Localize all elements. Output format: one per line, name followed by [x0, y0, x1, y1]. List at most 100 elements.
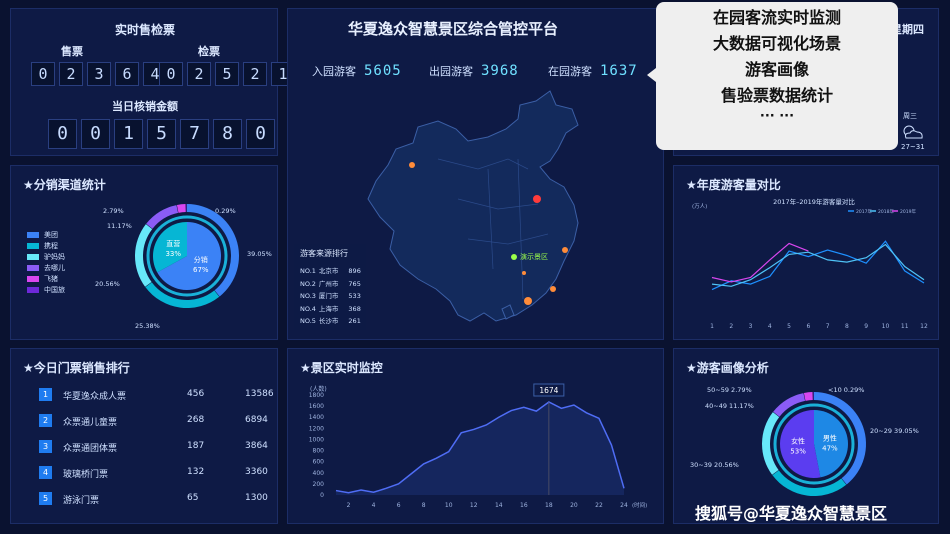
outer-slice[interactable] — [186, 204, 187, 213]
counter-digit: 6 — [115, 62, 139, 86]
x-tick-label: 11 — [901, 323, 909, 330]
y-tick-label: 1400 — [309, 414, 324, 421]
portrait-donut-chart[interactable]: 男性 47% 女性 53% 20~29 39.05% 30~39 20.56% 40~49 … — [674, 349, 940, 525]
map-marker-changsha — [522, 271, 526, 275]
x-tick-label: 12 — [920, 323, 928, 330]
stat-in-value: 5605 — [364, 63, 402, 79]
y-tick-label: 600 — [313, 459, 325, 466]
inner-slice-label: 分销 — [194, 255, 208, 264]
annual-line-chart[interactable]: 2017年–2019年游客量对比(万人)2017年 2018年 2019年1 2 3 4 5… — [674, 166, 940, 341]
stat-in-label: 入园游客 — [312, 65, 356, 78]
rank-badge: 1 — [39, 388, 52, 401]
ticket-amount: 6894 — [245, 415, 268, 425]
portrait-label: 40~49 11.17% — [705, 402, 754, 410]
counter-digit: 0 — [159, 62, 183, 86]
counter-digit: 0 — [81, 119, 110, 149]
source-rank: NO.2 — [300, 279, 316, 288]
source-city: 厦门市 — [318, 292, 339, 300]
y-tick-label: 400 — [313, 470, 325, 477]
table-row: 2 众票通儿童票 268 6894 — [27, 411, 277, 431]
callout-line-2: 大数据可视化场景 — [712, 34, 841, 53]
x-tick-label: 9 — [864, 323, 868, 330]
ticket-count: 65 — [187, 493, 199, 503]
counter-digit: 8 — [213, 119, 242, 149]
table-row: 1 华夏逸众成人票 456 13586 — [27, 385, 277, 405]
x-tick-label: 7 — [826, 323, 830, 330]
rank-badge: 5 — [39, 492, 52, 505]
callout-line-1: 在园客流实时监测 — [712, 8, 841, 27]
revenue-counter: 0015780 — [48, 119, 275, 149]
ticket-amount: 13586 — [245, 389, 274, 399]
sale-label: 售票 — [61, 45, 83, 58]
source-count: 765 — [348, 279, 361, 288]
inner-slice-label: 男性 — [823, 433, 837, 442]
counter-digit: 2 — [187, 62, 211, 86]
channel-donut-chart[interactable]: 分销 67% 直营 33% 39.05% 25.38% 20.56% 11.17% 2.79% 0… — [11, 166, 279, 341]
ranking-panel: ★今日门票销售排行 1 华夏逸众成人票 456 13586 2 众票通儿童票 268 6894… — [10, 348, 278, 524]
table-row: 5 游泳门票 65 1300 — [27, 489, 277, 509]
y-tick-label: 1800 — [309, 392, 324, 399]
channel-pct-label: 39.05% — [247, 250, 272, 258]
x-tick-label: 10 — [882, 323, 890, 330]
map-marker-xiamen — [550, 286, 556, 292]
stat-out: 出园游客 3968 — [429, 63, 519, 79]
outer-slice[interactable] — [176, 204, 186, 213]
channel-pct-label: 0.29% — [215, 207, 236, 215]
counter-digit: 5 — [147, 119, 176, 149]
annual-chart-title: 2017年–2019年游客量对比 — [773, 197, 855, 206]
outer-slice[interactable] — [135, 224, 153, 287]
monitor-x-label: (时间) — [632, 501, 647, 509]
ticket-panel: 实时售检票 售票 检票 02364 02521 当日核销金额 0015780 — [10, 8, 295, 156]
ticket-count: 132 — [187, 467, 205, 477]
counter-digit: 2 — [59, 62, 83, 86]
inner-slice-label: 女性 — [791, 437, 805, 446]
rank-badge: 4 — [39, 466, 52, 479]
source-rank: NO.4 — [300, 304, 316, 313]
source-rank: NO.1 — [300, 267, 316, 275]
counter-digit: 1 — [114, 119, 143, 149]
series-line[interactable] — [711, 242, 809, 283]
channel-panel: ★分销渠道统计 美团 携程 驴妈妈 去哪儿 飞猪 中国旅 分销 67% 直营 33% 39.05%… — [10, 165, 278, 340]
outer-slice[interactable] — [803, 392, 813, 401]
table-row: 4 玻璃桥门票 132 3360 — [27, 463, 277, 483]
x-tick-label: 6 — [806, 323, 810, 330]
counter-digit: 0 — [246, 119, 275, 149]
y-tick-label: 1600 — [309, 403, 324, 410]
x-tick-label: 24 — [620, 502, 628, 509]
outer-slice[interactable] — [762, 412, 780, 475]
map-marker-northwest — [409, 162, 415, 168]
x-tick-label: 8 — [845, 323, 849, 330]
check-label: 检票 — [198, 45, 220, 58]
counter-digit: 0 — [48, 119, 77, 149]
feature-callout: 在园客流实时监测 大数据可视化场景 游客画像 售验票数据统计 ··· ··· — [647, 2, 898, 150]
source-ranking: 游客来源排行 NO.1 北京市 896 NO.2 广州市 765 NO.3 厦门市 533 NO.… — [294, 244, 366, 330]
x-tick-label: 4 — [372, 502, 376, 509]
map-outline — [367, 90, 579, 322]
annotation-label: 1674 — [539, 386, 558, 395]
y-tick-label: 1200 — [309, 425, 324, 432]
ticket-count: 268 — [187, 415, 205, 425]
outer-slice[interactable] — [813, 392, 814, 401]
y-tick-label: 800 — [313, 448, 325, 455]
x-tick-label: 10 — [445, 502, 453, 509]
inner-slice-pct: 53% — [790, 448, 806, 456]
portrait-label: 30~39 20.56% — [690, 461, 739, 469]
x-tick-label: 16 — [520, 502, 528, 509]
source-city: 北京市 — [318, 267, 339, 275]
realtime-area-chart[interactable]: (人数)0200400600800100012001400160018002 4 6… — [288, 349, 665, 525]
x-tick-label: 6 — [397, 502, 401, 509]
map-marker-beijing — [533, 195, 541, 203]
channel-pct-label: 20.56% — [95, 280, 120, 288]
annual-y-label: (万人) — [692, 203, 707, 210]
area-fill — [336, 402, 624, 495]
stat-in: 入园游客 5605 — [312, 63, 402, 79]
source-city: 广州市 — [318, 279, 339, 288]
callout-arrow — [647, 68, 656, 82]
ticket-count: 456 — [187, 389, 205, 399]
annual-panel: ★年度游客量对比 2017年–2019年游客量对比 (万人) 2017年 2018年 2… — [673, 165, 939, 340]
source-row: NO.3 厦门市 533 — [300, 290, 366, 303]
counter-digit: 5 — [215, 62, 239, 86]
ticket-amount: 3864 — [245, 441, 268, 451]
source-ranking-title: 游客来源排行 — [300, 249, 348, 258]
stat-park-value: 1637 — [600, 63, 638, 79]
